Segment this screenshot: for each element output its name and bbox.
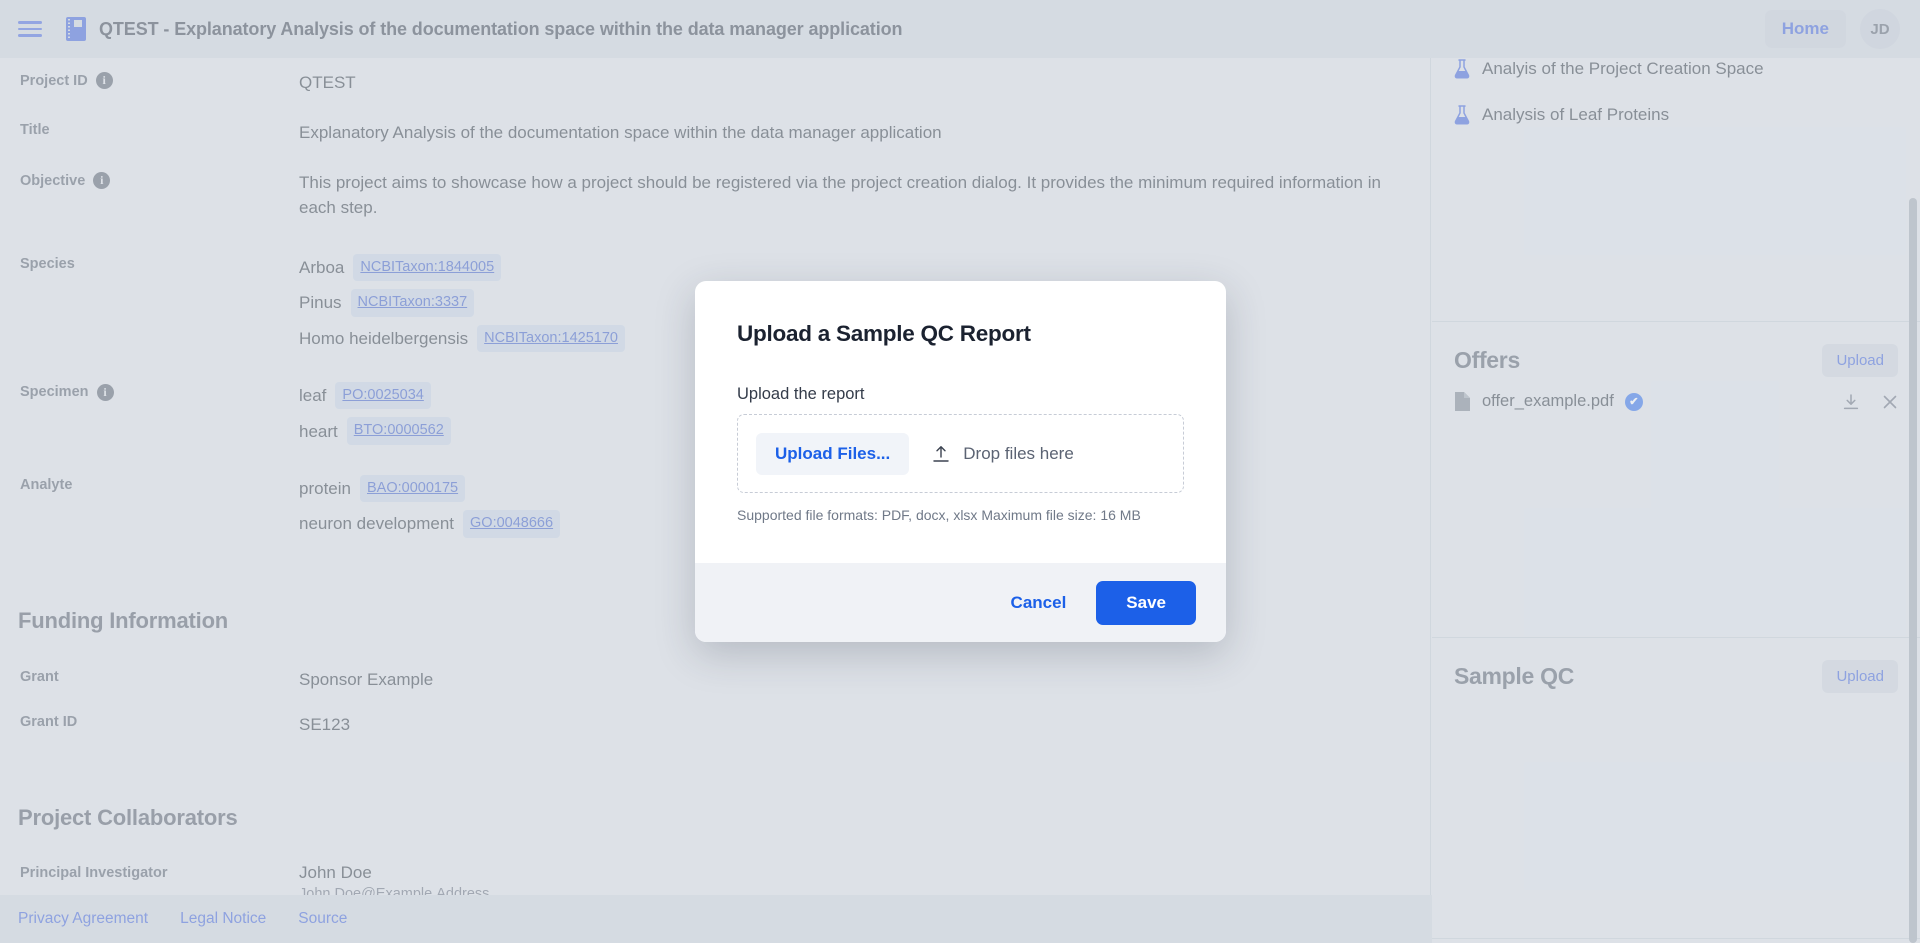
application-window: QTEST - Explanatory Analysis of the docu…	[0, 0, 1920, 943]
dialog-title: Upload a Sample QC Report	[737, 321, 1184, 347]
supported-formats-note: Supported file formats: PDF, docx, xlsx …	[737, 507, 1184, 523]
file-dropzone[interactable]: Upload Files... Drop files here	[737, 414, 1184, 493]
upload-files-button[interactable]: Upload Files...	[756, 433, 909, 475]
dialog-body: Upload a Sample QC Report Upload the rep…	[695, 281, 1226, 563]
upload-sample-qc-dialog: Upload a Sample QC Report Upload the rep…	[695, 281, 1226, 642]
upload-arrow-icon	[931, 444, 951, 464]
drop-hint-text: Drop files here	[963, 444, 1074, 464]
drop-hint: Drop files here	[931, 444, 1074, 464]
dialog-field-label: Upload the report	[737, 385, 1184, 404]
save-button[interactable]: Save	[1096, 581, 1196, 625]
dialog-footer: Cancel Save	[695, 563, 1226, 642]
cancel-button[interactable]: Cancel	[995, 583, 1083, 623]
